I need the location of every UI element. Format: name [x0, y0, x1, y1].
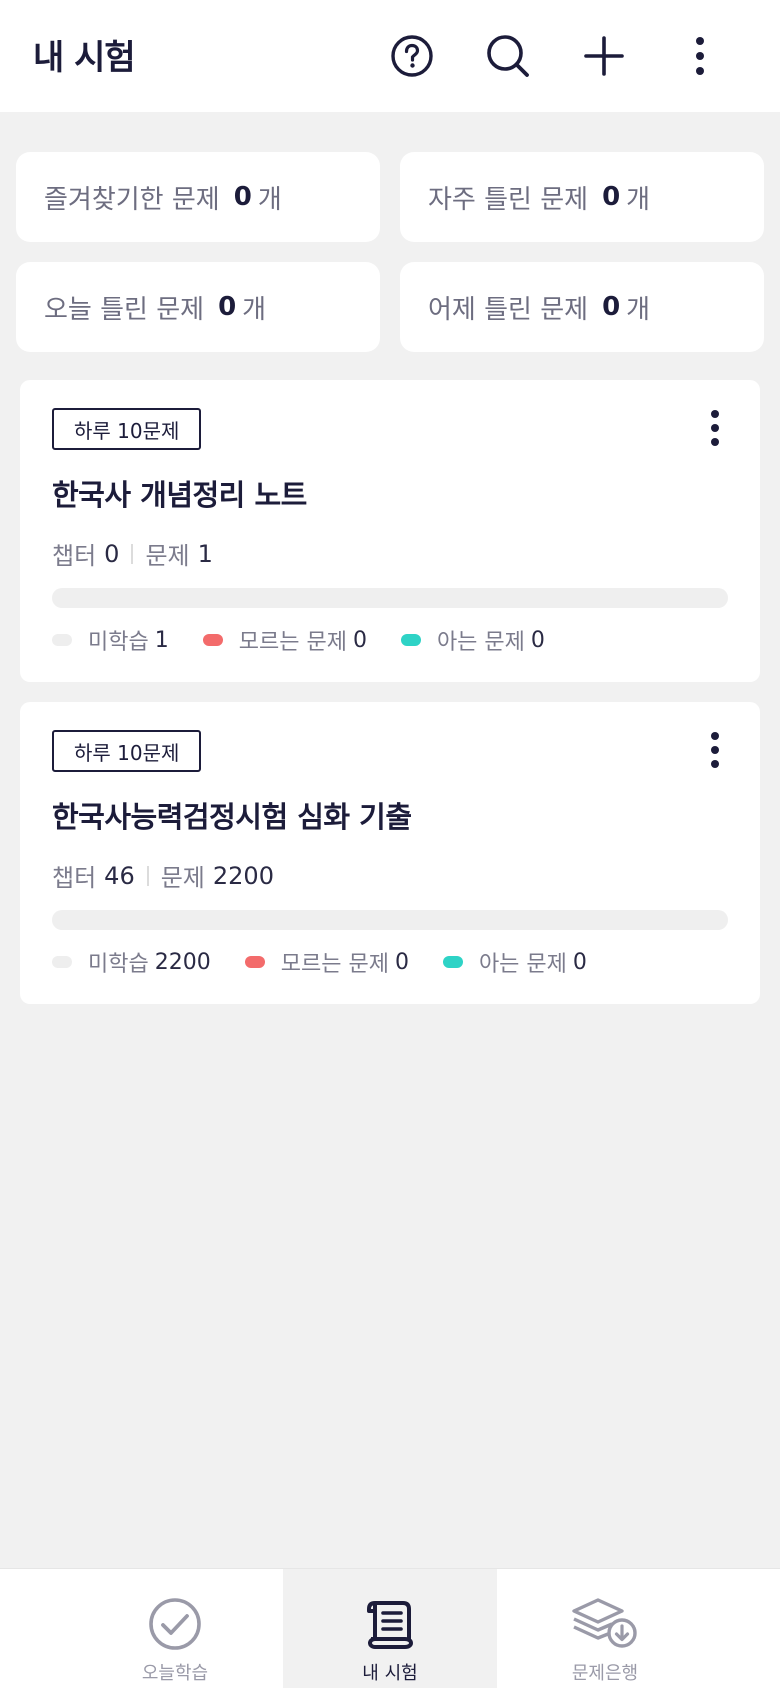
- more-menu-button[interactable]: [674, 30, 726, 82]
- stat-frequent-wrong[interactable]: 자주 틀린 문제 0 개: [400, 152, 764, 242]
- legend-count: 1: [154, 627, 169, 653]
- legend-dot: [202, 634, 223, 646]
- chapter-count: 0: [104, 539, 120, 568]
- daily-goal-badge: 하루 10문제: [52, 730, 202, 772]
- legend-dot: [52, 634, 72, 646]
- legend-unknown: 모르는 문제 0: [244, 946, 409, 978]
- stat-unit: 개: [242, 294, 267, 325]
- meta-divider: [131, 543, 134, 564]
- exam-more-button[interactable]: [700, 406, 730, 450]
- legend-count: 0: [394, 949, 409, 975]
- meta-divider: [146, 865, 149, 886]
- layers-download-icon: [572, 1598, 637, 1648]
- legend-label: 모르는 문제: [238, 630, 347, 655]
- legend-label: 아는 문제: [478, 952, 567, 977]
- question-count: 2200: [212, 861, 274, 890]
- legend-label: 아는 문제: [436, 630, 525, 655]
- legend-dot: [442, 956, 463, 968]
- stat-label: 오늘 틀린 문제: [44, 294, 205, 325]
- legend-unstudied: 미학습 2200: [52, 946, 211, 978]
- more-vertical-icon: [711, 410, 719, 446]
- stat-count: 0: [218, 292, 237, 322]
- legend-unstudied: 미학습 1: [52, 624, 169, 656]
- legend-label: 미학습: [88, 630, 149, 655]
- stat-count: 0: [233, 182, 252, 212]
- bottom-nav: 오늘학습 내 시험 문제은행: [0, 1568, 780, 1688]
- legend-count: 0: [352, 627, 367, 653]
- stat-label: 즐겨찾기한 문제: [44, 184, 220, 215]
- add-button[interactable]: [578, 30, 630, 82]
- nav-tab-my-exams[interactable]: 내 시험: [283, 1569, 497, 1688]
- search-icon: [487, 35, 529, 77]
- question-label: 문제: [145, 542, 190, 570]
- legend-known: 아는 문제 0: [400, 624, 545, 656]
- legend-count: 0: [572, 949, 587, 975]
- check-circle-icon: [149, 1598, 201, 1650]
- chapter-count: 46: [104, 861, 135, 890]
- help-icon: [391, 35, 433, 77]
- legend-count: 2200: [154, 949, 211, 975]
- legend-known: 아는 문제 0: [442, 946, 587, 978]
- nav-tab-today[interactable]: 오늘학습: [68, 1569, 282, 1688]
- progress-bar: [52, 588, 728, 608]
- exam-card[interactable]: 하루 10문제 한국사 개념정리 노트 챕터 0 문제 1 미학습 1 모르는 …: [20, 380, 760, 682]
- help-button[interactable]: [386, 30, 438, 82]
- question-label: 문제: [160, 864, 205, 892]
- plus-icon: [584, 36, 624, 76]
- stat-unit: 개: [257, 184, 282, 215]
- legend-dot: [400, 634, 421, 646]
- progress-legend: 미학습 2200 모르는 문제 0 아는 문제 0: [52, 946, 621, 978]
- nav-label: 내 시험: [362, 1663, 418, 1684]
- stat-unit: 개: [626, 184, 651, 215]
- stat-unit: 개: [626, 294, 651, 325]
- scroll-icon: [367, 1601, 413, 1649]
- stat-label: 자주 틀린 문제: [428, 184, 589, 215]
- chapter-label: 챕터: [52, 542, 97, 570]
- search-button[interactable]: [482, 30, 534, 82]
- nav-label: 오늘학습: [141, 1663, 209, 1684]
- legend-count: 0: [530, 627, 545, 653]
- stat-count: 0: [602, 182, 621, 212]
- exam-meta: 챕터 0 문제 1: [52, 536, 213, 571]
- exam-card[interactable]: 하루 10문제 한국사능력검정시험 심화 기출 챕터 46 문제 2200 미학…: [20, 702, 760, 1004]
- question-count: 1: [197, 539, 213, 568]
- legend-unknown: 모르는 문제 0: [202, 624, 367, 656]
- nav-tab-question-bank[interactable]: 문제은행: [498, 1569, 712, 1688]
- legend-label: 모르는 문제: [280, 952, 389, 977]
- exam-more-button[interactable]: [700, 728, 730, 772]
- stat-label: 어제 틀린 문제: [428, 294, 589, 325]
- stat-favorites[interactable]: 즐겨찾기한 문제 0 개: [16, 152, 380, 242]
- chapter-label: 챕터: [52, 864, 97, 892]
- nav-label: 문제은행: [571, 1663, 639, 1684]
- progress-bar: [52, 910, 728, 930]
- legend-dot: [244, 956, 265, 968]
- stat-count: 0: [602, 292, 621, 322]
- exam-title: 한국사 개념정리 노트: [52, 478, 307, 512]
- exam-title: 한국사능력검정시험 심화 기출: [52, 800, 412, 834]
- more-vertical-icon: [711, 732, 719, 768]
- page-title: 내 시험: [33, 38, 136, 78]
- stat-today-wrong[interactable]: 오늘 틀린 문제 0 개: [16, 262, 380, 352]
- daily-goal-badge: 하루 10문제: [52, 408, 202, 450]
- progress-legend: 미학습 1 모르는 문제 0 아는 문제 0: [52, 624, 579, 656]
- exam-meta: 챕터 46 문제 2200: [52, 858, 274, 893]
- legend-dot: [52, 956, 72, 968]
- stat-yesterday-wrong[interactable]: 어제 틀린 문제 0 개: [400, 262, 764, 352]
- legend-label: 미학습: [88, 952, 149, 977]
- app-header: 내 시험: [0, 0, 780, 112]
- more-vertical-icon: [696, 37, 704, 75]
